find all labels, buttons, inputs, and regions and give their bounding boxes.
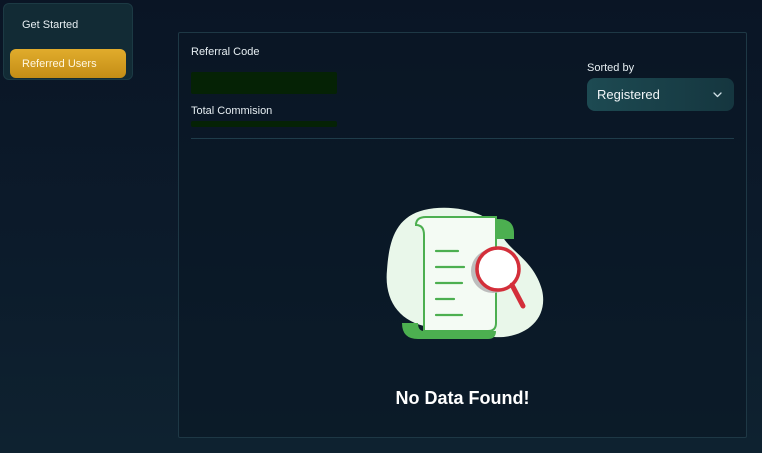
divider — [191, 138, 734, 139]
sidebar-item-referred-users[interactable]: Referred Users — [10, 49, 126, 78]
sidebar: Get Started Referred Users — [3, 3, 133, 80]
total-commission-label: Total Commision — [191, 105, 273, 117]
referral-panel: Referral Code Total Commision Sorted by … — [178, 32, 747, 438]
sidebar-item-get-started[interactable]: Get Started — [10, 10, 126, 40]
chevron-down-icon — [712, 90, 722, 100]
sort-label: Sorted by — [587, 62, 635, 74]
document-search-icon — [384, 205, 544, 343]
referral-code-label: Referral Code — [191, 46, 260, 58]
sort-selected-value: Registered — [597, 87, 660, 102]
empty-state-message: No Data Found! — [395, 388, 530, 408]
sidebar-item-label: Get Started — [22, 19, 79, 31]
total-commission-value-redacted — [191, 121, 337, 127]
sort-select[interactable]: Registered — [587, 78, 734, 111]
sidebar-item-label: Referred Users — [22, 57, 97, 70]
referral-code-value-redacted — [191, 72, 337, 94]
